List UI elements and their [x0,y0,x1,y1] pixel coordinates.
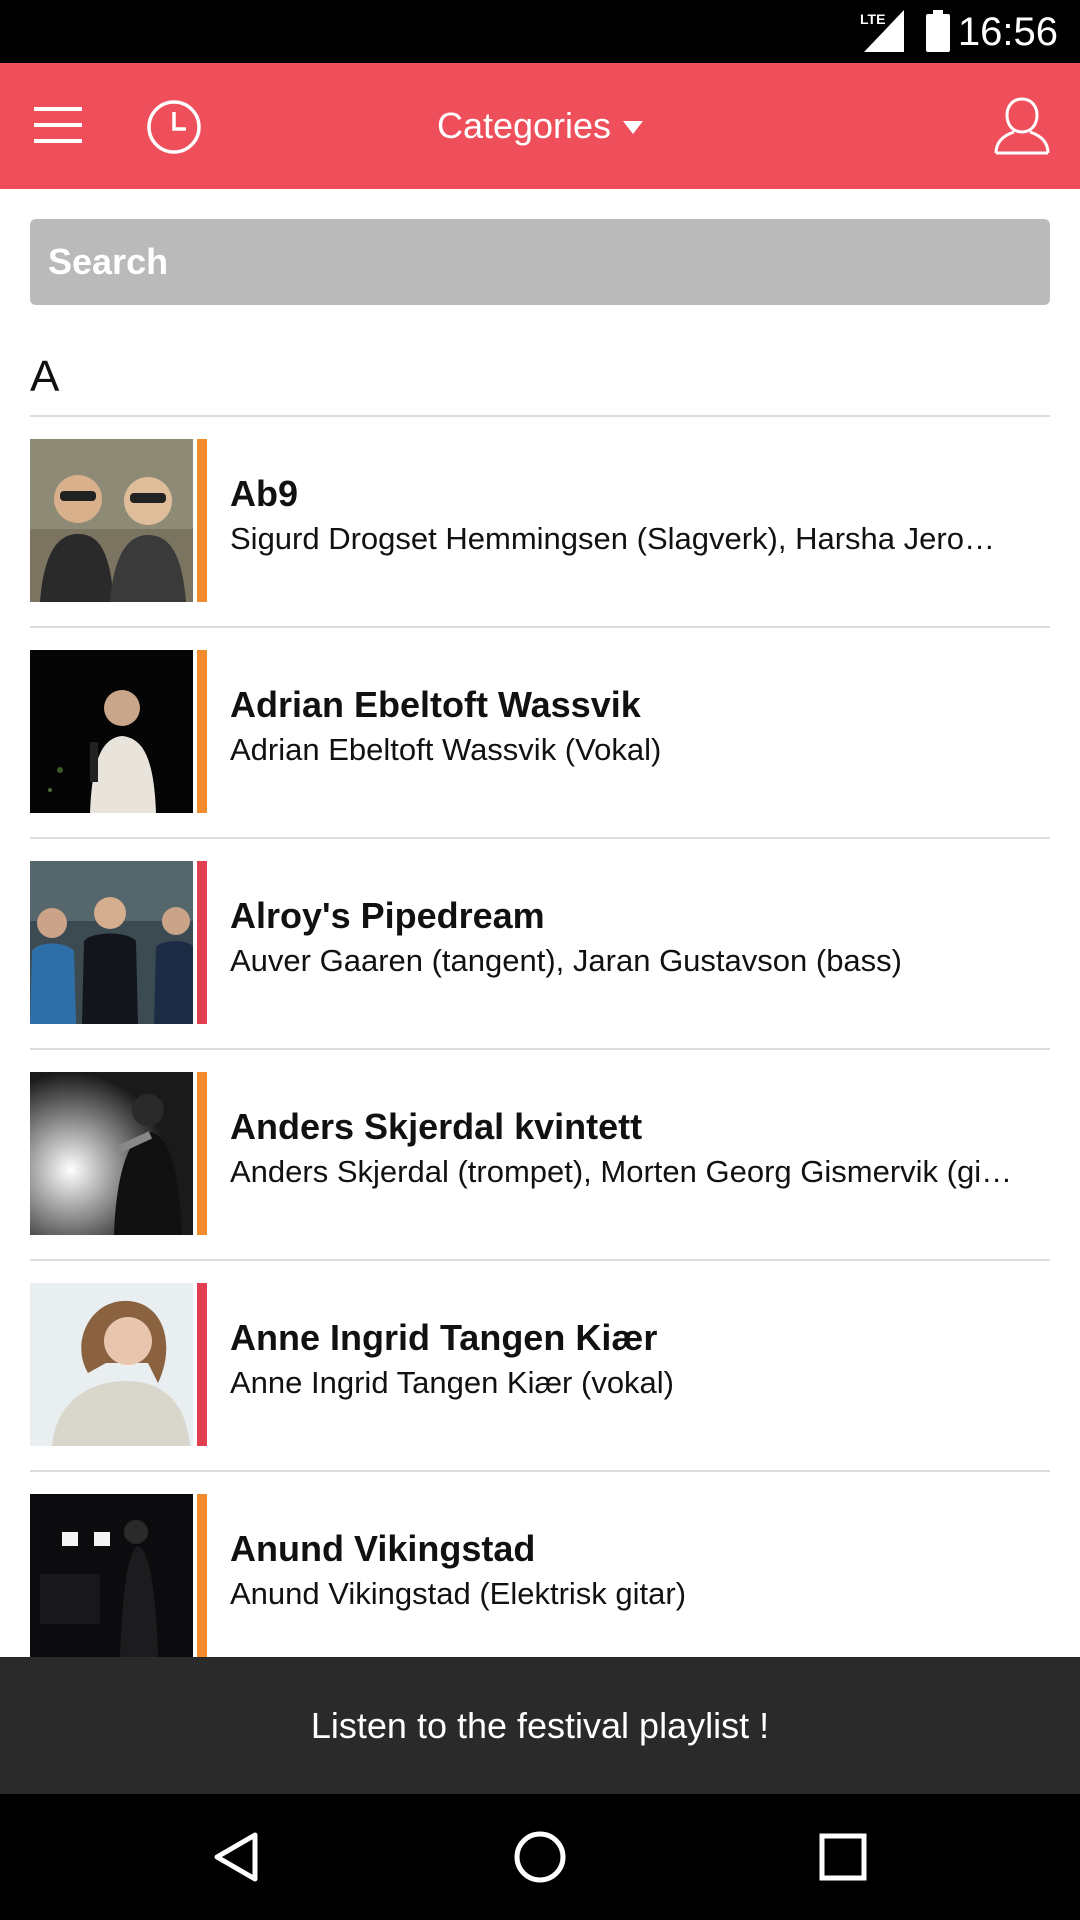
system-nav-bar [0,1794,1080,1920]
artist-photo [30,1072,193,1235]
festival-playlist-button[interactable]: Listen to the festival playlist ! [0,1657,1080,1794]
category-color-bar [197,650,207,813]
artist-members: Sigurd Drogset Hemmingsen (Slagverk), Ha… [230,521,995,556]
artist-row[interactable]: Ab9 Sigurd Drogset Hemmingsen (Slagverk)… [30,417,1050,628]
artist-members: Adrian Ebeltoft Wassvik (Vokal) [230,732,662,767]
status-bar: LTE 16:56 [0,0,1080,63]
caret-down-icon [623,121,644,135]
artist-name: Anund Vikingstad [230,1528,536,1569]
category-color-bar [197,1072,207,1235]
artist-row[interactable]: Anund Vikingstad Anund Vikingstad (Elekt… [30,1472,1050,1657]
artist-row[interactable]: Adrian Ebeltoft Wassvik Adrian Ebeltoft … [30,628,1050,839]
artist-members: Anders Skjerdal (trompet), Morten Georg … [230,1154,1013,1189]
search-input[interactable] [30,219,1050,305]
artist-members: Anne Ingrid Tangen Kiær (vokal) [230,1365,675,1400]
artist-photo [30,650,193,813]
category-color-bar [197,439,207,602]
artist-members: Auver Gaaren (tangent), Jaran Gustavson … [230,943,902,978]
artist-row[interactable]: Anne Ingrid Tangen Kiær Anne Ingrid Tang… [30,1261,1050,1472]
artist-photo [30,861,193,1024]
artist-name: Ab9 [230,473,299,514]
category-color-bar [197,1283,207,1446]
artist-row[interactable]: Alroy's Pipedream Auver Gaaren (tangent)… [30,839,1050,1050]
home-icon[interactable] [510,1827,570,1887]
artist-photo [30,1494,193,1657]
lte-signal-icon: LTE [860,10,904,52]
status-time: 16:56 [957,10,1058,54]
artist-name: Adrian Ebeltoft Wassvik [230,684,641,725]
artist-row[interactable]: Anders Skjerdal kvintett Anders Skjerdal… [30,1050,1050,1261]
recents-icon[interactable] [813,1827,873,1887]
artist-name: Alroy's Pipedream [230,895,545,936]
categories-dropdown[interactable]: Categories [0,99,1080,153]
categories-label: Categories [436,105,612,146]
artist-list: Ab9 Sigurd Drogset Hemmingsen (Slagverk)… [30,417,1050,1657]
profile-icon[interactable] [992,95,1052,157]
artist-name: Anders Skjerdal kvintett [230,1106,643,1147]
artist-photo [30,439,193,602]
artist-name: Anne Ingrid Tangen Kiær [230,1317,658,1358]
network-label: LTE [860,11,885,27]
category-color-bar [197,1494,207,1657]
artist-photo [30,1283,193,1446]
category-color-bar [197,861,207,1024]
back-icon[interactable] [207,1827,267,1887]
app-bar: Categories [0,63,1080,189]
battery-icon [926,10,950,52]
section-header: A [30,352,60,401]
artist-members: Anund Vikingstad (Elektrisk gitar) [230,1576,687,1611]
